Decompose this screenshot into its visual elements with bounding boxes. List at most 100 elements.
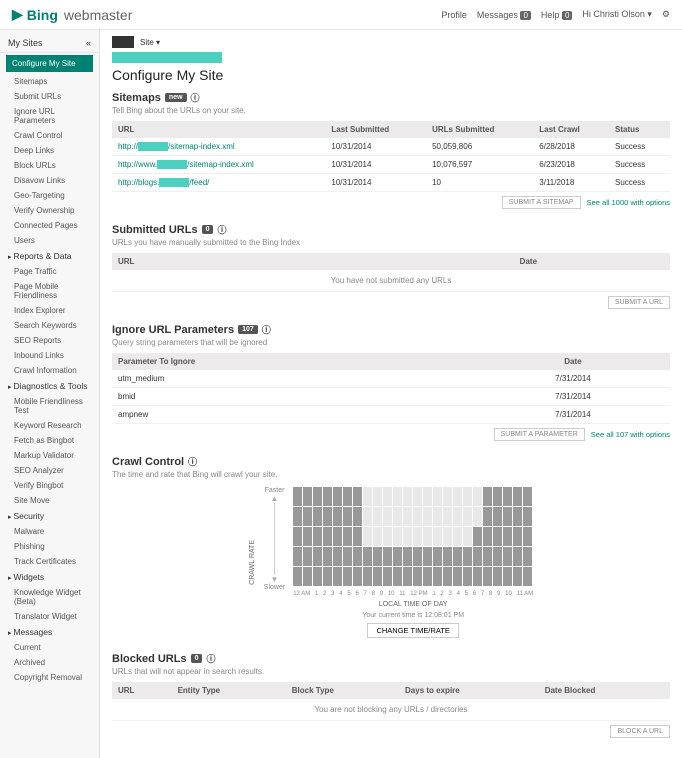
sidebar-item[interactable]: Search Keywords <box>0 318 99 333</box>
col: Date Blocked <box>539 682 670 699</box>
sidebar-item[interactable]: Mobile Friendliness Test <box>0 394 99 418</box>
sidebar-item[interactable]: SEO Analyzer <box>0 463 99 478</box>
params-table: Parameter To Ignore Date utm_medium7/31/… <box>112 353 670 424</box>
user-menu[interactable]: Hi Christi Olson ▾ <box>582 9 652 20</box>
submit-param-button[interactable]: SUBMIT A PARAMETER <box>494 428 585 441</box>
collapse-icon[interactable]: « <box>86 38 91 48</box>
submitted-table: URL Date You have not submitted any URLs <box>112 253 670 292</box>
blocked-sub: URLs that will not appear in search resu… <box>112 667 670 676</box>
sidebar-item[interactable]: Messages <box>0 624 99 640</box>
info-icon[interactable] <box>188 455 197 468</box>
sidebar-heading[interactable]: My Sites « <box>0 34 99 53</box>
params-section: Ignore URL Parameters 107 Query string p… <box>112 323 670 441</box>
sidebar-item[interactable]: Site Move <box>0 493 99 508</box>
sidebar-item[interactable]: Crawl Information <box>0 363 99 378</box>
col: Last Crawl <box>533 121 609 138</box>
sidebar-item[interactable]: Malware <box>0 524 99 539</box>
blocked-heading: Blocked URLs <box>112 653 187 665</box>
page-title: Configure My Site <box>112 67 670 83</box>
sitemaps-heading: Sitemaps <box>112 92 161 104</box>
sitemaps-sub: Tell Bing about the URLs on your site. <box>112 106 670 115</box>
sidebar-item[interactable]: Widgets <box>0 569 99 585</box>
brand-bing: Bing <box>27 7 58 23</box>
sidebar-item[interactable]: Block URLs <box>0 158 99 173</box>
table-row[interactable]: http://blogs.xxxxxxx/feed/10/31/2014103/… <box>112 174 670 192</box>
sitemaps-table: URLLast SubmittedURLs SubmittedLast Craw… <box>112 121 670 192</box>
main-content: Site ▾ http://www.example.com Configure … <box>100 30 682 758</box>
y-axis-label: CRAWL RATE <box>249 540 256 585</box>
sidebar-item[interactable]: Phishing <box>0 539 99 554</box>
sidebar-item[interactable]: Verify Bingbot <box>0 478 99 493</box>
sitemap-url[interactable]: http://xxxxxxx/sitemap-index.xml <box>112 138 325 156</box>
info-icon[interactable] <box>206 652 215 665</box>
col: Days to expire <box>399 682 539 699</box>
sidebar-item[interactable]: Ignore URL Parameters <box>0 104 99 128</box>
sidebar-item[interactable]: Knowledge Widget (Beta) <box>0 585 99 609</box>
see-all-sitemaps[interactable]: See all 1000 with options <box>587 198 670 207</box>
sidebar-item[interactable]: Markup Validator <box>0 448 99 463</box>
sidebar-item[interactable]: Fetch as Bingbot <box>0 433 99 448</box>
help-link[interactable]: Help 0 <box>541 10 572 20</box>
submit-sitemap-button[interactable]: SUBMIT A SITEMAP <box>502 196 581 209</box>
sidebar-item[interactable]: Translator Widget <box>0 609 99 624</box>
sidebar-item[interactable]: Current <box>0 640 99 655</box>
table-row[interactable]: utm_medium7/31/2014 <box>112 370 670 388</box>
table-row[interactable]: http://www.xxxxxxx/sitemap-index.xml10/3… <box>112 156 670 174</box>
breadcrumb-redacted: http://www.example.com <box>112 52 670 63</box>
blocked-section: Blocked URLs 0 URLs that will not appear… <box>112 652 670 738</box>
table-row[interactable]: bmid7/31/2014 <box>112 388 670 406</box>
sidebar-item[interactable]: Verify Ownership <box>0 203 99 218</box>
sidebar-item[interactable]: Track Certificates <box>0 554 99 569</box>
sidebar-item[interactable]: SEO Reports <box>0 333 99 348</box>
sidebar-item[interactable]: Diagnostics & Tools <box>0 378 99 394</box>
profile-link[interactable]: Profile <box>441 10 467 20</box>
sidebar-item[interactable]: Page Mobile Friendliness <box>0 279 99 303</box>
table-row[interactable]: http://xxxxxxx/sitemap-index.xml10/31/20… <box>112 138 670 156</box>
sidebar-item[interactable]: Reports & Data <box>0 248 99 264</box>
sitemap-url[interactable]: http://www.xxxxxxx/sitemap-index.xml <box>112 156 325 174</box>
sidebar-item[interactable]: Connected Pages <box>0 218 99 233</box>
sidebar-item[interactable]: Index Explorer <box>0 303 99 318</box>
logo[interactable]: ▶ Bing webmaster <box>12 6 132 23</box>
sidebar-item[interactable]: Submit URLs <box>0 89 99 104</box>
col: Block Type <box>286 682 399 699</box>
sidebar-item[interactable]: Archived <box>0 655 99 670</box>
brand-webmaster: webmaster <box>64 7 132 23</box>
sitemap-url[interactable]: http://blogs.xxxxxxx/feed/ <box>112 174 325 192</box>
messages-link[interactable]: Messages 0 <box>477 10 531 20</box>
crawl-grid[interactable] <box>293 487 533 587</box>
empty-msg: You are not blocking any URLs / director… <box>112 699 670 721</box>
x-ticks: 12 AM123456789101112 PM1234567891011 AM <box>293 591 533 597</box>
empty-msg: You have not submitted any URLs <box>112 270 670 292</box>
col: Status <box>609 121 670 138</box>
sidebar-item[interactable]: Page Traffic <box>0 264 99 279</box>
slower-label: Slower <box>264 584 285 591</box>
table-row[interactable]: ampnew7/31/2014 <box>112 406 670 424</box>
submit-url-button[interactable]: SUBMIT A URL <box>608 296 670 309</box>
col-url: URL <box>112 253 387 270</box>
change-time-rate-button[interactable]: CHANGE TIME/RATE <box>367 623 458 638</box>
params-sub: Query string parameters that will be ign… <box>112 338 670 347</box>
sidebar-item[interactable]: Deep Links <box>0 143 99 158</box>
gear-icon[interactable]: ⚙ <box>662 9 670 20</box>
see-all-params[interactable]: See all 107 with options <box>591 430 670 439</box>
sidebar-item[interactable]: Users <box>0 233 99 248</box>
block-url-button[interactable]: BLOCK A URL <box>610 725 670 738</box>
col-param: Parameter To Ignore <box>112 353 476 370</box>
sidebar-item[interactable]: Crawl Control <box>0 128 99 143</box>
info-icon[interactable] <box>217 223 226 236</box>
info-icon[interactable] <box>262 323 271 336</box>
sidebar-item[interactable]: Copyright Removal <box>0 670 99 685</box>
sitemaps-section: Sitemaps new Tell Bing about the URLs on… <box>112 91 670 209</box>
sidebar-item[interactable]: Configure My Site <box>6 55 93 72</box>
sidebar-item[interactable]: Geo-Targeting <box>0 188 99 203</box>
sidebar-item[interactable]: Disavow Links <box>0 173 99 188</box>
info-icon[interactable] <box>191 91 200 104</box>
sidebar-item[interactable]: Keyword Research <box>0 418 99 433</box>
count-tag: 0 <box>202 225 214 234</box>
sidebar-item[interactable]: Security <box>0 508 99 524</box>
site-menu[interactable]: Site ▾ <box>140 38 160 47</box>
sidebar-item[interactable]: Sitemaps <box>0 74 99 89</box>
sidebar-item[interactable]: Inbound Links <box>0 348 99 363</box>
col-date: Date <box>476 353 670 370</box>
